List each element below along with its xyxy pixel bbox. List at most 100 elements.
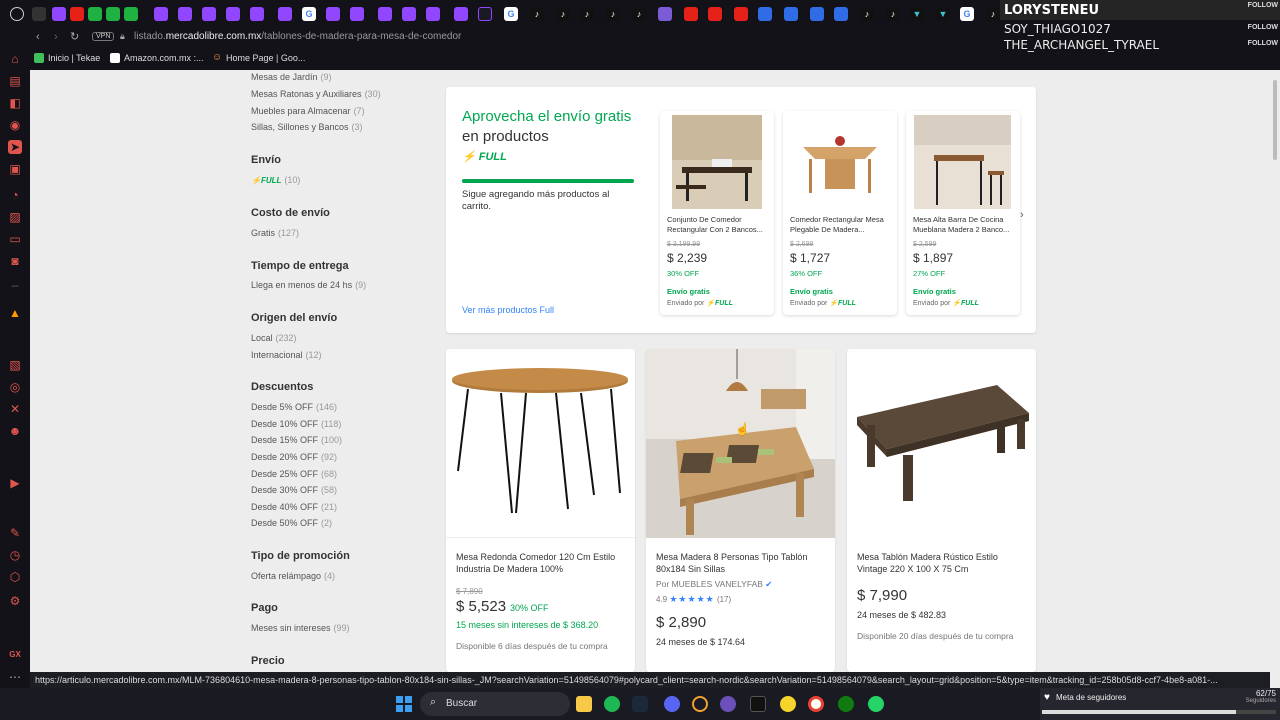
bag-icon[interactable]: ▣ (8, 162, 22, 176)
tab-icon[interactable]: ▼ (910, 7, 924, 21)
taskbar-search[interactable]: ⌕ Buscar (420, 692, 570, 716)
filter-option[interactable]: Local (232) (251, 333, 297, 343)
whatsapp-icon[interactable] (868, 696, 884, 712)
discord-icon[interactable] (664, 696, 680, 712)
filter-category[interactable]: Mesas Ratonas y Auxiliares (30) (251, 89, 381, 99)
twitch-tab-icon[interactable] (326, 7, 340, 21)
product-card[interactable]: Mesa Tablón Madera Rústico Estilo Vintag… (847, 349, 1036, 672)
box-icon[interactable]: ⬡ (8, 570, 22, 584)
filter-option[interactable]: Desde 5% OFF (146) (251, 402, 337, 412)
product-title[interactable]: Mesa Redonda Comedor 120 Cm Estilo Indus… (456, 551, 628, 575)
carousel-next-icon[interactable]: › (1020, 209, 1024, 221)
twitch-tab-icon[interactable] (226, 7, 240, 21)
tab-icon[interactable] (834, 7, 848, 21)
tab-icon[interactable] (106, 7, 120, 21)
see-more-full-link[interactable]: Ver más productos Full (462, 305, 554, 315)
product-title[interactable]: Mesa Alta Barra De Cocina Mueblana Mader… (913, 215, 1015, 235)
tiktok-tab-icon[interactable]: ♪ (632, 7, 646, 21)
tab-icon[interactable] (810, 7, 824, 21)
full-product-card[interactable]: Conjunto De Comedor Rectangular Con 2 Ba… (660, 111, 774, 315)
settings-icon[interactable]: ⚙ (8, 594, 22, 608)
file-explorer-icon[interactable] (576, 696, 592, 712)
x-icon[interactable]: ✕ (8, 402, 22, 416)
product-image[interactable] (446, 349, 635, 538)
filter-category[interactable]: Sillas, Sillones y Bancos (3) (251, 122, 363, 132)
tab-icon[interactable] (784, 7, 798, 21)
product-title[interactable]: Conjunto De Comedor Rectangular Con 2 Ba… (667, 215, 769, 235)
google-tab-icon[interactable]: G (302, 7, 316, 21)
tab-icon[interactable] (88, 7, 102, 21)
tiktok-tab-icon[interactable]: ♪ (606, 7, 620, 21)
youtube-tab-icon[interactable] (70, 7, 84, 21)
twitch-tab-icon[interactable] (402, 7, 416, 21)
reload-icon[interactable]: ↻ (70, 30, 79, 43)
product-title[interactable]: Mesa Madera 8 Personas Tipo Tablón 80x18… (656, 551, 828, 575)
filter-option[interactable]: Desde 40% OFF (21) (251, 502, 337, 512)
twitch-tab-icon[interactable] (278, 7, 292, 21)
aliexpress-icon[interactable]: ▲ (8, 306, 22, 320)
gx-logo-icon[interactable]: GX (8, 648, 22, 662)
youtube-tab-icon[interactable] (708, 7, 722, 21)
google-tab-icon[interactable]: G (960, 7, 974, 21)
tab-icon[interactable] (124, 7, 138, 21)
forward-icon[interactable]: › (54, 31, 58, 43)
back-icon[interactable]: ‹ (36, 31, 40, 43)
filter-option[interactable]: Desde 10% OFF (118) (251, 419, 341, 429)
tiktok-tab-icon[interactable]: ♪ (530, 7, 544, 21)
filter-option[interactable]: Llega en menos de 24 hs (9) (251, 280, 366, 290)
filter-category[interactable]: Mesas de Jardín (9) (251, 72, 332, 82)
twitch-icon[interactable]: ▧ (8, 358, 22, 372)
twitch-tab-icon[interactable] (52, 7, 66, 21)
twitch-tab-icon[interactable] (478, 7, 492, 21)
filter-option[interactable]: Desde 50% OFF (2) (251, 518, 332, 528)
bookmark-home-page[interactable]: Home Page | Goo... (226, 53, 305, 63)
home-icon[interactable]: ⌂ (8, 52, 22, 66)
product-title[interactable]: Mesa Tablón Madera Rústico Estilo Vintag… (857, 551, 1029, 575)
edit-icon[interactable]: ✎ (8, 526, 22, 540)
twitch-tab-icon[interactable] (202, 7, 216, 21)
filter-option[interactable]: Desde 20% OFF (92) (251, 452, 337, 462)
chrome-icon[interactable] (808, 696, 824, 712)
product-image[interactable] (847, 349, 1036, 538)
twitch-tab-icon[interactable] (154, 7, 168, 21)
google-tab-icon[interactable]: G (504, 7, 518, 21)
app-icon[interactable] (720, 696, 736, 712)
scrollbar-thumb[interactable] (1273, 80, 1277, 160)
filter-option[interactable]: Meses sin intereses (99) (251, 623, 350, 633)
rocket-icon[interactable]: ➤ (8, 140, 22, 154)
docs-tab-icon[interactable] (758, 7, 772, 21)
tiktok-tab-icon[interactable]: ♪ (860, 7, 874, 21)
full-product-card[interactable]: Comedor Rectangular Mesa Plegable De Mad… (783, 111, 897, 315)
filter-option[interactable]: Oferta relámpago (4) (251, 571, 335, 581)
filter-option[interactable]: Desde 30% OFF (58) (251, 485, 337, 495)
filter-option[interactable]: Internacional (12) (251, 350, 322, 360)
tiktok-tab-icon[interactable]: ♪ (986, 7, 1000, 21)
bag-icon[interactable]: ▨ (8, 210, 22, 224)
youtube-tab-icon[interactable] (734, 7, 748, 21)
product-image[interactable] (795, 115, 885, 209)
filter-full[interactable]: ⚡FULL (10) (251, 175, 300, 185)
full-product-card[interactable]: Mesa Alta Barra De Cocina Mueblana Mader… (906, 111, 1020, 315)
bookmark-inicio-tekae[interactable]: Inicio | Tekae (48, 53, 100, 63)
tab-icon[interactable]: ▼ (936, 7, 950, 21)
product-rating[interactable]: 4.9 ★★★★★ (17) (656, 594, 731, 605)
camera-icon[interactable]: ◙ (8, 254, 22, 268)
tab-icon[interactable] (658, 7, 672, 21)
page-scrollbar[interactable] (1270, 70, 1280, 672)
gx-corner-icon[interactable]: ▤ (8, 74, 22, 88)
product-image[interactable] (646, 349, 835, 538)
tiktok-tab-icon[interactable]: ♪ (886, 7, 900, 21)
shop-icon[interactable]: ◧ (8, 96, 22, 110)
bookmark-amazon[interactable]: Amazon.com.mx :... (124, 53, 204, 63)
product-title[interactable]: Comedor Rectangular Mesa Plegable De Mad… (790, 215, 892, 235)
player-icon[interactable]: ▶ (8, 476, 22, 490)
app-icon[interactable] (780, 696, 796, 712)
instagram-icon[interactable]: ◎ (8, 380, 22, 394)
youtube-tab-icon[interactable] (684, 7, 698, 21)
filter-option[interactable]: Desde 25% OFF (68) (251, 469, 337, 479)
tiktok-tab-icon[interactable]: ♪ (580, 7, 594, 21)
history-icon[interactable]: ◷ (8, 548, 22, 562)
xbox-icon[interactable] (838, 696, 854, 712)
filter-option[interactable]: Gratis (127) (251, 228, 299, 238)
product-image[interactable] (914, 115, 1011, 209)
